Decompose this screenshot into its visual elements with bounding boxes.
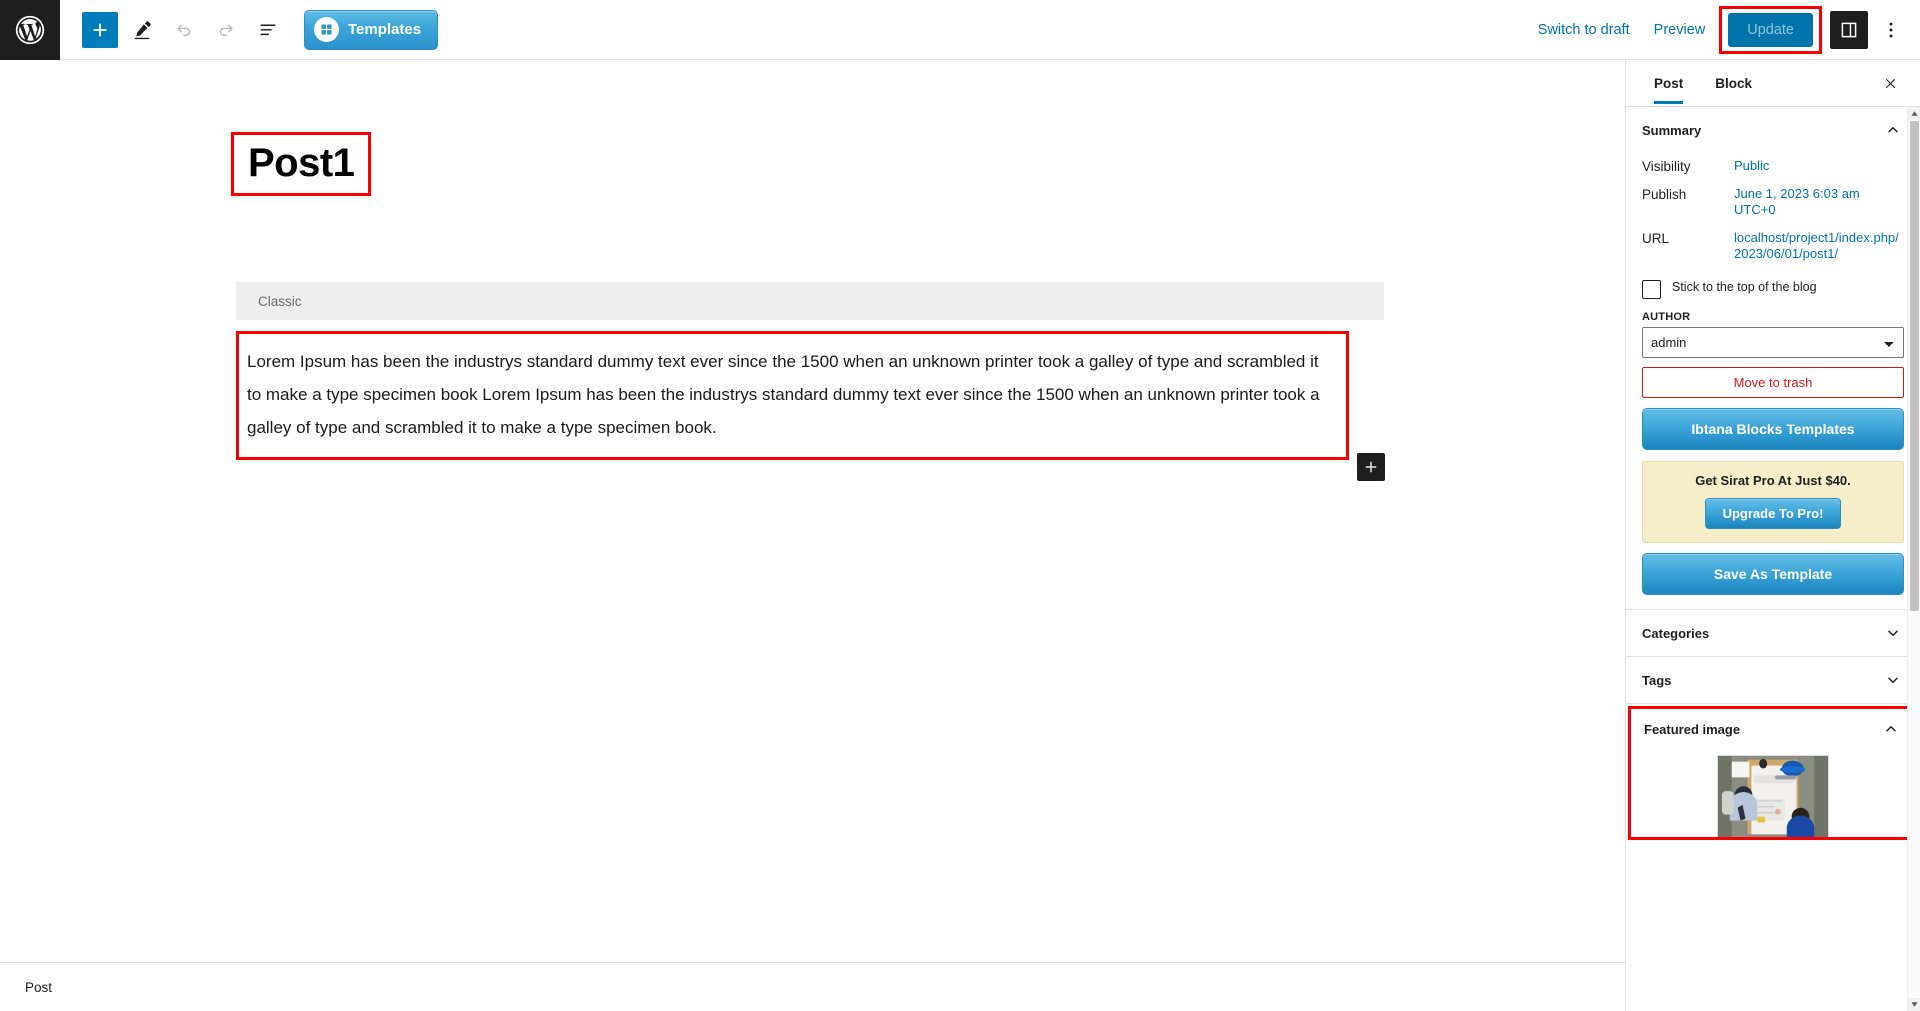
list-view-button[interactable] (250, 12, 286, 48)
visibility-label: Visibility (1642, 159, 1691, 174)
author-select[interactable]: admin (1642, 327, 1904, 358)
add-block-toolbar-button[interactable] (82, 11, 118, 48)
scroll-down-arrow[interactable] (1908, 998, 1920, 1011)
classic-block-label: Classic (258, 293, 302, 309)
chevron-up-icon (1886, 725, 1896, 732)
categories-panel-title: Categories (1642, 625, 1710, 641)
post-title-highlight: Post1 (231, 132, 372, 196)
close-icon (1885, 78, 1895, 88)
featured-image-graphic (1718, 756, 1828, 838)
featured-image-highlight: Featured image (1626, 704, 1920, 844)
ibtana-blocks-templates-button[interactable]: Ibtana Blocks Templates (1642, 408, 1904, 450)
summary-row-visibility: Visibility Public (1642, 153, 1904, 181)
paragraph-block-text[interactable]: Lorem Ipsum has been the industrys stand… (247, 345, 1334, 444)
wordpress-logo-icon[interactable] (0, 0, 60, 60)
sidebar-tabs: Post Block (1626, 60, 1920, 107)
toolbar-right-group: Switch to draft Preview Update (1526, 0, 1920, 60)
templates-button-label: Templates (348, 21, 422, 38)
chevron-down-icon (1888, 630, 1898, 637)
categories-panel: Categories (1626, 610, 1920, 657)
preview-button[interactable]: Preview (1642, 14, 1718, 46)
templates-button[interactable]: Templates (304, 9, 439, 50)
summary-row-publish: Publish June 1, 2023 6:03 am UTC+0 (1642, 181, 1904, 225)
paragraph-block-highlight: Lorem Ipsum has been the industrys stand… (236, 331, 1349, 460)
sidebar-scroll-area: Summary Visibility Public Publish June 1… (1626, 107, 1920, 1011)
summary-panel: Summary Visibility Public Publish June 1… (1626, 107, 1920, 610)
toolbar-left-group: Templates (60, 9, 439, 50)
update-button[interactable]: Update (1728, 12, 1813, 47)
featured-image-thumbnail[interactable] (1717, 755, 1829, 839)
summary-panel-header[interactable]: Summary (1642, 107, 1904, 153)
sidebar-scrollbar[interactable] (1907, 107, 1920, 1011)
url-label: URL (1642, 231, 1670, 246)
tab-post[interactable]: Post (1638, 62, 1699, 104)
switch-to-draft-button[interactable]: Switch to draft (1526, 14, 1642, 46)
move-to-trash-button[interactable]: Move to trash (1642, 367, 1904, 398)
promo-text: Get Sirat Pro At Just $40. (1695, 473, 1851, 488)
chevron-up-icon (1888, 126, 1898, 133)
scroll-up-arrow[interactable] (1908, 107, 1920, 120)
sirat-pro-promo-box: Get Sirat Pro At Just $40. Upgrade To Pr… (1642, 461, 1904, 543)
scrollbar-thumb[interactable] (1910, 121, 1919, 611)
chevron-down-icon (1888, 677, 1898, 684)
featured-image-panel-header[interactable]: Featured image (1644, 706, 1902, 752)
author-field-label: AUTHOR (1642, 311, 1691, 323)
post-title[interactable]: Post1 (231, 132, 372, 196)
url-value[interactable]: localhost/project1/index.php/2023/06/01/… (1734, 230, 1904, 262)
grid-icon (314, 17, 339, 42)
tags-panel: Tags (1626, 657, 1920, 704)
featured-image-panel: Featured image (1628, 706, 1918, 840)
summary-panel-title: Summary (1642, 122, 1702, 138)
close-sidebar-button[interactable] (1876, 69, 1904, 97)
update-button-highlight: Update (1719, 5, 1822, 54)
upgrade-to-pro-button[interactable]: Upgrade To Pro! (1704, 498, 1842, 529)
redo-button[interactable] (208, 12, 244, 48)
editor-status-bar: Post (0, 962, 1625, 1011)
three-dots-vertical-icon (1889, 22, 1893, 37)
options-menu-button[interactable] (1872, 11, 1910, 49)
editor-canvas: Post1 Classic Lorem Ipsum has been the i… (0, 60, 1625, 962)
pencil-icon (134, 20, 151, 39)
tags-panel-header[interactable]: Tags (1642, 657, 1904, 703)
publish-label: Publish (1642, 187, 1687, 202)
settings-sidebar: Post Block Summary Visibility Public Pub… (1625, 60, 1920, 1011)
save-as-template-button[interactable]: Save As Template (1642, 553, 1904, 595)
editor-toolbar: Templates Switch to draft Preview Update (0, 0, 1920, 60)
publish-value[interactable]: June 1, 2023 6:03 am UTC+0 (1734, 186, 1904, 218)
inline-add-block-button[interactable] (1357, 453, 1385, 481)
sticky-post-label[interactable]: Stick to the top of the blog (1672, 279, 1817, 295)
sticky-post-checkbox[interactable] (1642, 280, 1661, 299)
redo-icon (219, 24, 233, 36)
plus-icon (1365, 461, 1377, 473)
classic-block-header[interactable]: Classic (236, 282, 1384, 320)
settings-sidebar-toggle-button[interactable] (1830, 10, 1868, 49)
undo-icon (177, 24, 191, 36)
sticky-post-row: Stick to the top of the blog (1642, 269, 1904, 305)
summary-row-url: URL localhost/project1/index.php/2023/06… (1642, 225, 1904, 269)
edit-tool-button[interactable] (124, 12, 160, 48)
tags-panel-title: Tags (1642, 672, 1672, 688)
tab-block[interactable]: Block (1699, 62, 1768, 104)
categories-panel-header[interactable]: Categories (1642, 610, 1904, 656)
sidebar-panel-icon (1841, 22, 1857, 37)
document-overview-icon (260, 24, 276, 35)
visibility-value[interactable]: Public (1734, 158, 1769, 174)
featured-image-panel-title: Featured image (1644, 721, 1741, 737)
document-type-label: Post (25, 979, 53, 995)
undo-button[interactable] (166, 12, 202, 48)
